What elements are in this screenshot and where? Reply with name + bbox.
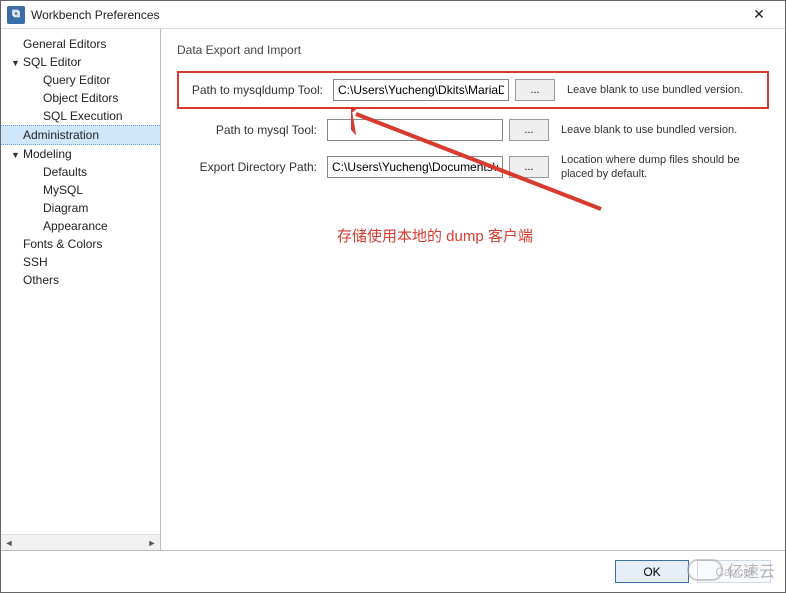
sidebar-item-appearance[interactable]: Appearance bbox=[1, 217, 160, 235]
browse-mysqldump-button[interactable]: ... bbox=[515, 79, 555, 101]
sidebar-item-others[interactable]: Others bbox=[1, 271, 160, 289]
cloud-icon bbox=[687, 559, 723, 581]
sidebar-item-object-editors[interactable]: Object Editors bbox=[1, 89, 160, 107]
content-panel: Data Export and Import Path to mysqldump… bbox=[161, 29, 785, 550]
close-button[interactable]: ✕ bbox=[739, 6, 779, 23]
sidebar-item-sql-editor[interactable]: SQL Editor bbox=[1, 53, 160, 71]
browse-mysql-button[interactable]: ... bbox=[509, 119, 549, 141]
preferences-window: ⧉ Workbench Preferences ✕ General Editor… bbox=[0, 0, 786, 593]
help-exportdir: Location where dump files should be plac… bbox=[561, 153, 761, 181]
label-mysql: Path to mysql Tool: bbox=[177, 123, 327, 137]
input-mysqldump-path[interactable] bbox=[333, 79, 509, 101]
sidebar-item-defaults[interactable]: Defaults bbox=[1, 163, 160, 181]
dialog-footer: OK Cancel bbox=[1, 550, 785, 592]
sidebar-item-query-editor[interactable]: Query Editor bbox=[1, 71, 160, 89]
sidebar-horizontal-scrollbar[interactable]: ◄ ► bbox=[1, 534, 160, 550]
scroll-right-icon[interactable]: ► bbox=[144, 538, 160, 548]
annotation-text: 存储使用本地的 dump 客户端 bbox=[337, 225, 533, 246]
sidebar-item-ssh[interactable]: SSH bbox=[1, 253, 160, 271]
sidebar-item-administration[interactable]: Administration bbox=[1, 125, 160, 145]
sidebar-item-sql-execution[interactable]: SQL Execution bbox=[1, 107, 160, 125]
sidebar-tree: General Editors SQL Editor Query Editor … bbox=[1, 29, 161, 550]
sidebar-item-diagram[interactable]: Diagram bbox=[1, 199, 160, 217]
watermark-text: 亿速云 bbox=[727, 558, 775, 582]
window-body: General Editors SQL Editor Query Editor … bbox=[1, 29, 785, 550]
sidebar-item-fonts-colors[interactable]: Fonts & Colors bbox=[1, 235, 160, 253]
window-title: Workbench Preferences bbox=[31, 8, 739, 22]
row-exportdir: Export Directory Path: ... Location wher… bbox=[177, 153, 769, 181]
ok-button[interactable]: OK bbox=[615, 560, 689, 583]
row-mysql: Path to mysql Tool: ... Leave blank to u… bbox=[177, 119, 769, 141]
help-mysql: Leave blank to use bundled version. bbox=[561, 123, 737, 137]
sidebar-item-general-editors[interactable]: General Editors bbox=[1, 35, 160, 53]
input-mysql-path[interactable] bbox=[327, 119, 503, 141]
browse-exportdir-button[interactable]: ... bbox=[509, 156, 549, 178]
section-title: Data Export and Import bbox=[177, 43, 769, 57]
app-icon: ⧉ bbox=[7, 6, 25, 24]
sidebar-item-modeling[interactable]: Modeling bbox=[1, 145, 160, 163]
label-exportdir: Export Directory Path: bbox=[177, 160, 327, 174]
input-exportdir-path[interactable] bbox=[327, 156, 503, 178]
label-mysqldump: Path to mysqldump Tool: bbox=[183, 83, 333, 97]
help-mysqldump: Leave blank to use bundled version. bbox=[567, 83, 743, 97]
sidebar-item-mysql[interactable]: MySQL bbox=[1, 181, 160, 199]
scroll-left-icon[interactable]: ◄ bbox=[1, 538, 17, 548]
row-mysqldump: Path to mysqldump Tool: ... Leave blank … bbox=[177, 71, 769, 109]
titlebar: ⧉ Workbench Preferences ✕ bbox=[1, 1, 785, 29]
watermark: 亿速云 bbox=[687, 558, 775, 582]
